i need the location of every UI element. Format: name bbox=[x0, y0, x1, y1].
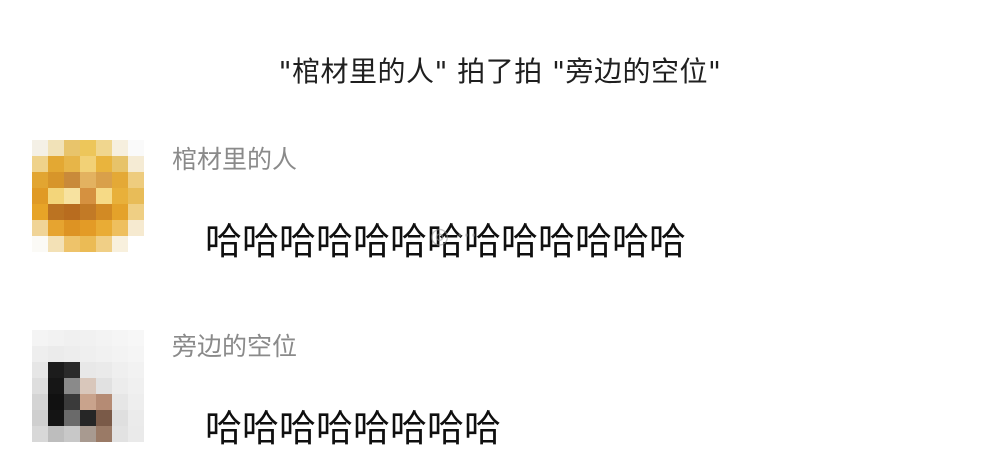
message-text[interactable]: 哈哈哈哈哈哈哈哈 bbox=[205, 398, 501, 452]
pat-notification: "棺材里的人" 拍了拍 "旁边的空位" bbox=[278, 55, 722, 88]
avatar[interactable] bbox=[32, 140, 144, 252]
sender-name: 旁边的空位 bbox=[172, 332, 298, 361]
sender-name: 棺材里的人 bbox=[172, 145, 298, 174]
message-text[interactable]: 哈哈哈哈哈哈哈哈哈哈哈哈哈 bbox=[205, 211, 686, 265]
chat-screen: "棺材里的人" 拍了拍 "旁边的空位" 棺材里的人 哈哈哈哈哈哈哈哈哈哈哈哈哈 bbox=[0, 0, 1000, 474]
avatar[interactable] bbox=[32, 330, 144, 442]
